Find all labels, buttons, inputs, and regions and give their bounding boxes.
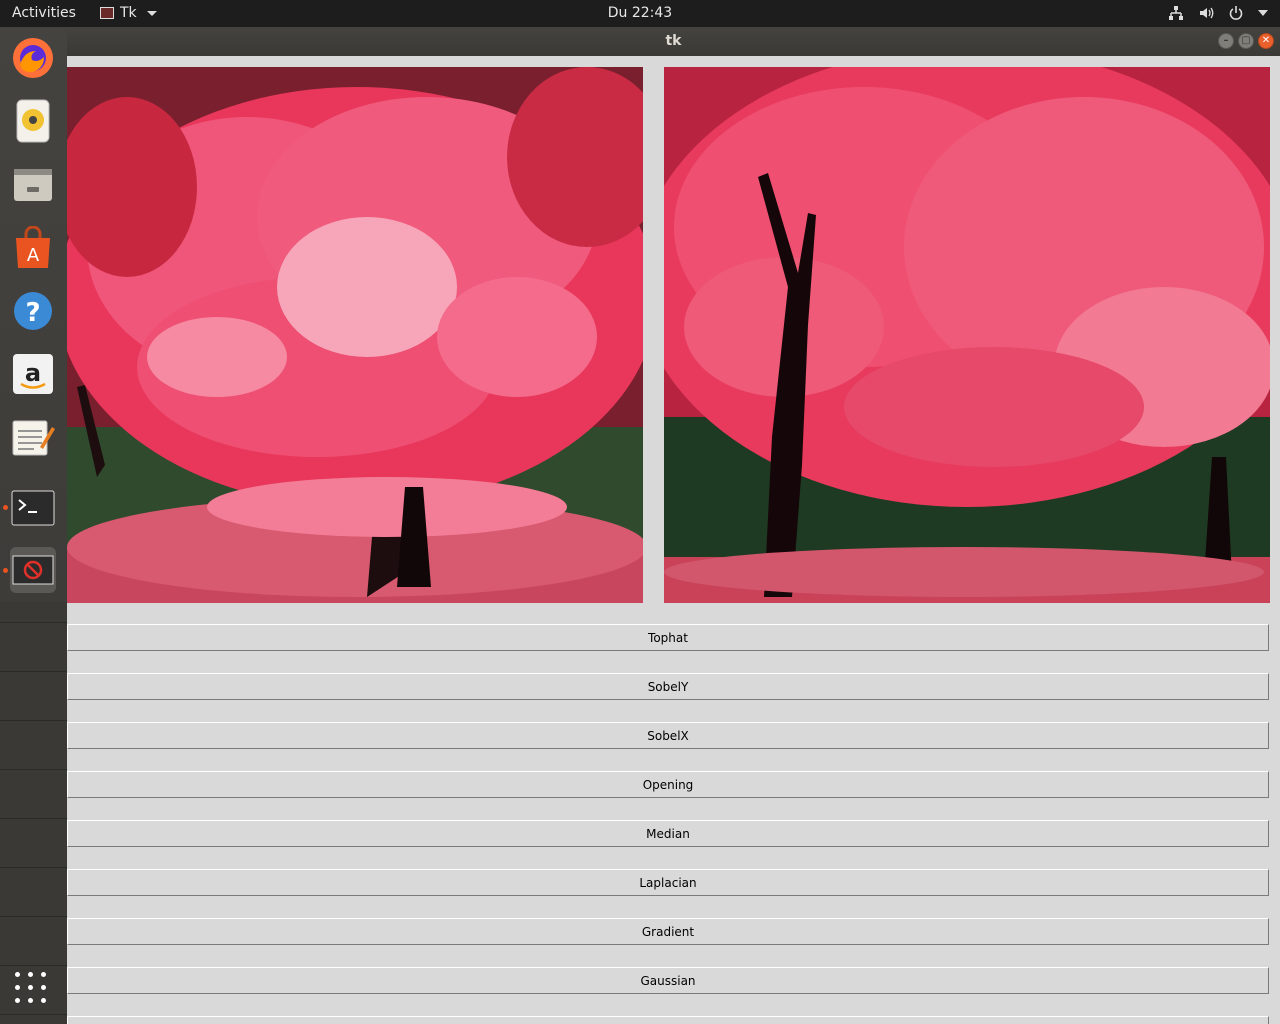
software-icon[interactable]: A — [10, 225, 56, 271]
original-image — [67, 67, 643, 603]
show-applications-icon[interactable] — [15, 972, 51, 1008]
dock: A ? a — [0, 27, 67, 1024]
sobelx-button-label: SobelX — [647, 728, 689, 743]
terminal-icon[interactable] — [10, 485, 56, 531]
laplacian-button-label: Laplacian — [639, 875, 697, 890]
window-title: tk — [665, 33, 682, 49]
gaussian-button[interactable]: Gaussian — [67, 967, 1269, 994]
window-titlebar[interactable]: tk – ▢ ✕ — [67, 27, 1280, 56]
close-icon[interactable]: ✕ — [1258, 33, 1274, 49]
amazon-icon[interactable]: a — [10, 351, 56, 397]
gradient-button[interactable]: Gradient — [67, 918, 1269, 945]
sobely-button[interactable]: SobelY — [67, 673, 1269, 700]
tophat-button[interactable]: Tophat — [67, 624, 1269, 651]
median-button[interactable]: Median — [67, 820, 1269, 847]
running-indicator — [3, 568, 8, 573]
firefox-icon[interactable] — [10, 35, 56, 81]
system-menu[interactable] — [1168, 5, 1268, 21]
network-icon — [1169, 6, 1183, 20]
sobely-button-label: SobelY — [647, 679, 689, 694]
chevron-down-icon — [1258, 10, 1268, 16]
volume-icon — [1200, 7, 1214, 19]
rhythmbox-icon[interactable] — [10, 98, 56, 144]
gaussian-button-label: Gaussian — [640, 973, 696, 988]
opening-button-label: Opening — [642, 777, 694, 792]
processed-image — [664, 67, 1270, 603]
svg-text:A: A — [27, 245, 40, 266]
window-content: Tophat SobelY SobelX Opening Median Lapl… — [67, 56, 1280, 1024]
text-editor-icon[interactable] — [10, 415, 56, 461]
maximize-icon[interactable]: ▢ — [1238, 33, 1254, 49]
gradient-button-label: Gradient — [641, 924, 695, 939]
next-filter-button[interactable] — [67, 1016, 1269, 1024]
files-icon[interactable] — [10, 161, 56, 207]
help-icon[interactable]: ? — [10, 288, 56, 334]
median-button-label: Median — [646, 826, 690, 841]
power-icon — [1229, 6, 1243, 20]
top-bar: Activities Tk Du 22:43 — [0, 0, 1280, 27]
svg-text:?: ? — [25, 298, 40, 328]
clock[interactable]: Du 22:43 — [0, 5, 1280, 21]
sobelx-button[interactable]: SobelX — [67, 722, 1269, 749]
running-indicator — [3, 505, 8, 510]
opening-button[interactable]: Opening — [67, 771, 1269, 798]
clock-label: Du 22:43 — [607, 5, 673, 21]
tophat-button-label: Tophat — [648, 630, 688, 645]
laplacian-button[interactable]: Laplacian — [67, 869, 1269, 896]
svg-text:a: a — [25, 359, 41, 387]
tk-app-icon[interactable] — [10, 547, 56, 593]
minimize-icon[interactable]: – — [1218, 33, 1234, 49]
